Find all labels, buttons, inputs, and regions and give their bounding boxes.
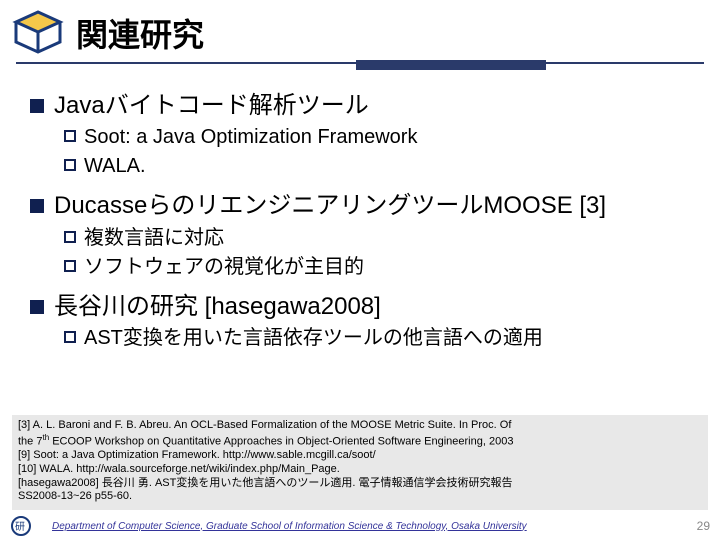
bullet-level1: Javaバイトコード解析ツール [30, 90, 696, 122]
bullet2-text: 複数言語に対応 [84, 225, 224, 252]
outline-square-bullet-icon [64, 260, 76, 272]
ref-line: SS2008-13~26 p55-60. [18, 490, 702, 504]
bullet-level2: AST変換を用いた言語依存ツールの他言語への適用 [64, 325, 696, 352]
bullet-level1: DucasseらのリエンジニアリングツールMOOSE [3] [30, 190, 696, 222]
square-bullet-icon [30, 99, 44, 113]
square-bullet-icon [30, 199, 44, 213]
references-box: [3] A. L. Baroni and F. B. Abreu. An OCL… [12, 415, 708, 510]
svg-text:研: 研 [15, 521, 25, 533]
bullet2-text: WALA. [84, 153, 146, 180]
page-number: 29 [697, 519, 710, 533]
square-bullet-icon [30, 300, 44, 314]
bullet1-text: Javaバイトコード解析ツール [54, 90, 369, 122]
bullet2-text: AST変換を用いた言語依存ツールの他言語への適用 [84, 325, 543, 352]
bullet-level2: ソフトウェアの視覚化が主目的 [64, 254, 696, 281]
bullet1-text: 長谷川の研究 [hasegawa2008] [54, 291, 381, 323]
outline-square-bullet-icon [64, 231, 76, 243]
outline-square-bullet-icon [64, 159, 76, 171]
lab-logo-icon: 研 [10, 515, 46, 537]
slide-logo-icon [8, 8, 68, 58]
ref-line: [hasegawa2008] 長谷川 勇. AST変換を用いた他言語へのツール適… [18, 477, 702, 491]
outline-square-bullet-icon [64, 130, 76, 142]
bullet-level2: WALA. [64, 153, 696, 180]
ref-line: [9] Soot: a Java Optimization Framework.… [18, 449, 702, 463]
bullet2-text: ソフトウェアの視覚化が主目的 [84, 254, 364, 281]
ref-line: the 7th ECOOP Workshop on Quantitative A… [18, 433, 702, 449]
bullet1-text: DucasseらのリエンジニアリングツールMOOSE [3] [54, 190, 606, 222]
footer-affiliation: Department of Computer Science, Graduate… [52, 521, 691, 532]
slide-title: 関連研究 [76, 10, 204, 56]
bullet-level2: Soot: a Java Optimization Framework [64, 124, 696, 151]
ref-line: [3] A. L. Baroni and F. B. Abreu. An OCL… [18, 419, 702, 433]
bullet-level2: 複数言語に対応 [64, 225, 696, 252]
ref-line: [10] WALA. http://wala.sourceforge.net/w… [18, 463, 702, 477]
bullet2-text: Soot: a Java Optimization Framework [84, 124, 417, 151]
bullet-level1: 長谷川の研究 [hasegawa2008] [30, 291, 696, 323]
outline-square-bullet-icon [64, 331, 76, 343]
title-rule [16, 62, 704, 70]
